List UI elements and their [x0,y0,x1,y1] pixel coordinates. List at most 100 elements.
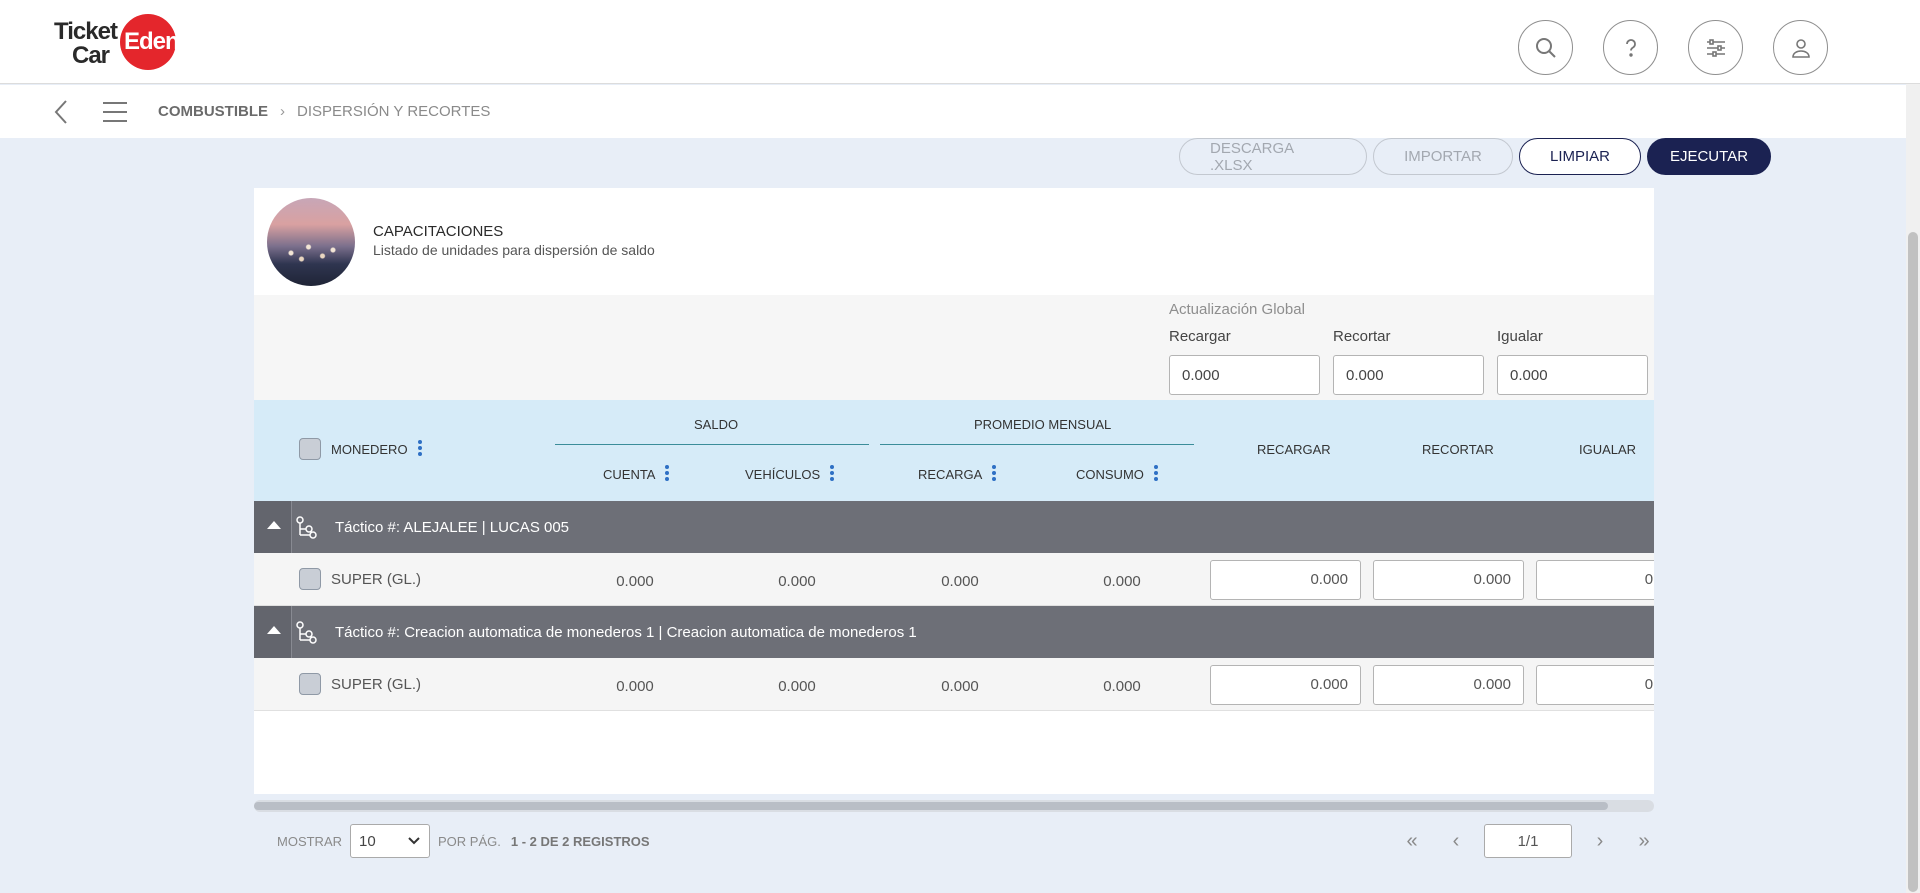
col-recarga: RECARGA [918,464,997,483]
user-icon [1791,38,1810,58]
hierarchy-icon [296,621,317,644]
table-row: SUPER (GL.) 0.000 0.000 0.000 0.000 0.00… [254,658,1654,711]
page-indicator[interactable]: 1/1 [1484,824,1572,858]
next-page-icon[interactable]: › [1578,830,1622,853]
card-title: CAPACITACIONES [373,223,504,240]
col-cuenta: CUENTA [603,464,670,483]
avatar [267,198,355,286]
row-checkbox[interactable] [299,673,321,695]
chevron-down-icon [408,837,420,845]
col-monedero-label: MONEDERO [331,442,408,457]
cell-vehiculos: 0.000 [778,573,816,590]
global-update-panel: Actualización Global Recargar 0.000 Reco… [254,295,1654,400]
top-header: Ticket Car Edenred [0,0,1920,84]
horizontal-scrollbar[interactable] [254,800,1654,812]
last-page-icon[interactable]: » [1622,830,1666,853]
breadcrumb-item-current: DISPERSIÓN Y RECORTES [297,103,491,120]
row-checkbox[interactable] [299,568,321,590]
recortar-input[interactable]: 0.000 [1373,560,1524,600]
recargar-input[interactable]: 0.000 [1210,665,1361,705]
import-button[interactable]: IMPORTAR [1373,138,1513,175]
back-arrow-icon[interactable] [52,99,70,125]
page-size-value: 10 [359,832,376,850]
horizontal-scrollbar-thumb[interactable] [254,802,1608,810]
first-page-icon[interactable]: « [1390,830,1434,853]
global-igualar-field: Igualar 0.000 [1497,328,1648,395]
user-button[interactable] [1773,20,1828,75]
filters-button[interactable] [1688,20,1743,75]
global-igualar-input[interactable]: 0.000 [1497,355,1648,395]
column-menu-icon[interactable] [1153,463,1158,483]
cell-cuenta: 0.000 [616,573,654,590]
col-monedero: MONEDERO [331,439,422,458]
global-recortar-input[interactable]: 0.000 [1333,355,1484,395]
cell-consumo: 0.000 [1103,573,1141,590]
cell-recarga: 0.000 [941,678,979,695]
group-row[interactable]: Táctico #: ALEJALEE | LUCAS 005 [254,501,1654,553]
select-all-checkbox[interactable] [299,438,321,460]
card-subtitle: Listado de unidades para dispersión de s… [373,242,655,258]
vertical-scrollbar-thumb[interactable] [1908,232,1918,892]
breadcrumb-item-combustible[interactable]: COMBUSTIBLE [158,103,268,120]
collapse-arrow-icon[interactable] [254,606,292,658]
execute-button[interactable]: EJECUTAR [1647,138,1771,175]
clear-button[interactable]: LIMPIAR [1519,138,1641,175]
col-cuenta-label: CUENTA [603,467,656,482]
table-row: SUPER (GL.) 0.000 0.000 0.000 0.000 0.00… [254,553,1654,606]
hierarchy-icon [296,516,317,539]
column-menu-icon[interactable] [665,463,670,483]
col-consumo-label: CONSUMO [1076,467,1144,482]
ticket-car-edenred-logo[interactable]: Ticket Car Edenred [54,14,214,70]
col-recortar: RECORTAR [1422,442,1494,457]
search-icon [1535,37,1556,58]
group-saldo: SALDO [694,417,739,432]
help-icon [1625,38,1636,57]
global-update-title: Actualización Global [1169,301,1305,318]
recortar-input[interactable]: 0.000 [1373,665,1524,705]
logo-line2: Car [72,42,110,69]
hamburger-menu-icon[interactable] [102,99,128,125]
download-xlsx-button[interactable]: DESCARGA .XLSX [1179,138,1367,175]
search-button[interactable] [1518,20,1573,75]
group-title: Táctico #: ALEJALEE | LUCAS 005 [335,519,570,536]
col-recarga-label: RECARGA [918,467,983,482]
collapse-arrow-icon[interactable] [254,501,292,553]
table-header: MONEDERO SALDO PROMEDIO MENSUAL CUENTA V… [254,400,1654,501]
col-vehiculos: VEHÍCULOS [745,464,835,483]
pagination-nav: « ‹ 1/1 › » [1390,824,1666,858]
cell-consumo: 0.000 [1103,678,1141,695]
cell-monedero: SUPER (GL.) [331,571,422,588]
filters-icon [1706,38,1725,57]
show-label: MOSTRAR [277,833,342,849]
column-menu-icon[interactable] [830,463,835,483]
column-menu-icon[interactable] [417,438,422,458]
global-recortar-field: Recortar 0.000 [1333,328,1484,395]
col-recargar: RECARGAR [1257,442,1331,457]
column-menu-icon[interactable] [992,463,997,483]
help-button[interactable] [1603,20,1658,75]
group-title: Táctico #: Creacion automatica de monede… [335,624,917,641]
group-promedio-line [880,444,1194,445]
recargar-input[interactable]: 0.000 [1210,560,1361,600]
group-saldo-line [555,444,869,445]
global-recargar-label: Recargar [1169,328,1231,345]
col-vehiculos-label: VEHÍCULOS [745,467,821,482]
page-size-select[interactable]: 10 [350,824,430,858]
cell-recarga: 0.000 [941,573,979,590]
global-recortar-label: Recortar [1333,328,1391,345]
pagination-size: MOSTRAR 10 POR PÁG. 1 - 2 DE 2 REGISTROS [277,824,650,858]
records-count: 1 - 2 DE 2 REGISTROS [510,833,650,849]
cell-vehiculos: 0.000 [778,678,816,695]
card-header: CAPACITACIONES Listado de unidades para … [254,188,1654,295]
igualar-input[interactable]: 0.00 [1536,560,1654,600]
cell-cuenta: 0.000 [616,678,654,695]
group-row[interactable]: Táctico #: Creacion automatica de monede… [254,606,1654,658]
per-page-label: POR PÁG. [438,833,501,849]
breadcrumb: COMBUSTIBLE › DISPERSIÓN Y RECORTES [158,103,490,120]
igualar-input[interactable]: 0.00 [1536,665,1654,705]
global-recargar-input[interactable]: 0.000 [1169,355,1320,395]
global-recargar-field: Recargar 0.000 [1169,328,1320,395]
prev-page-icon[interactable]: ‹ [1434,830,1478,853]
chevron-right-icon: › [280,103,285,120]
vertical-scrollbar[interactable] [1906,84,1920,893]
